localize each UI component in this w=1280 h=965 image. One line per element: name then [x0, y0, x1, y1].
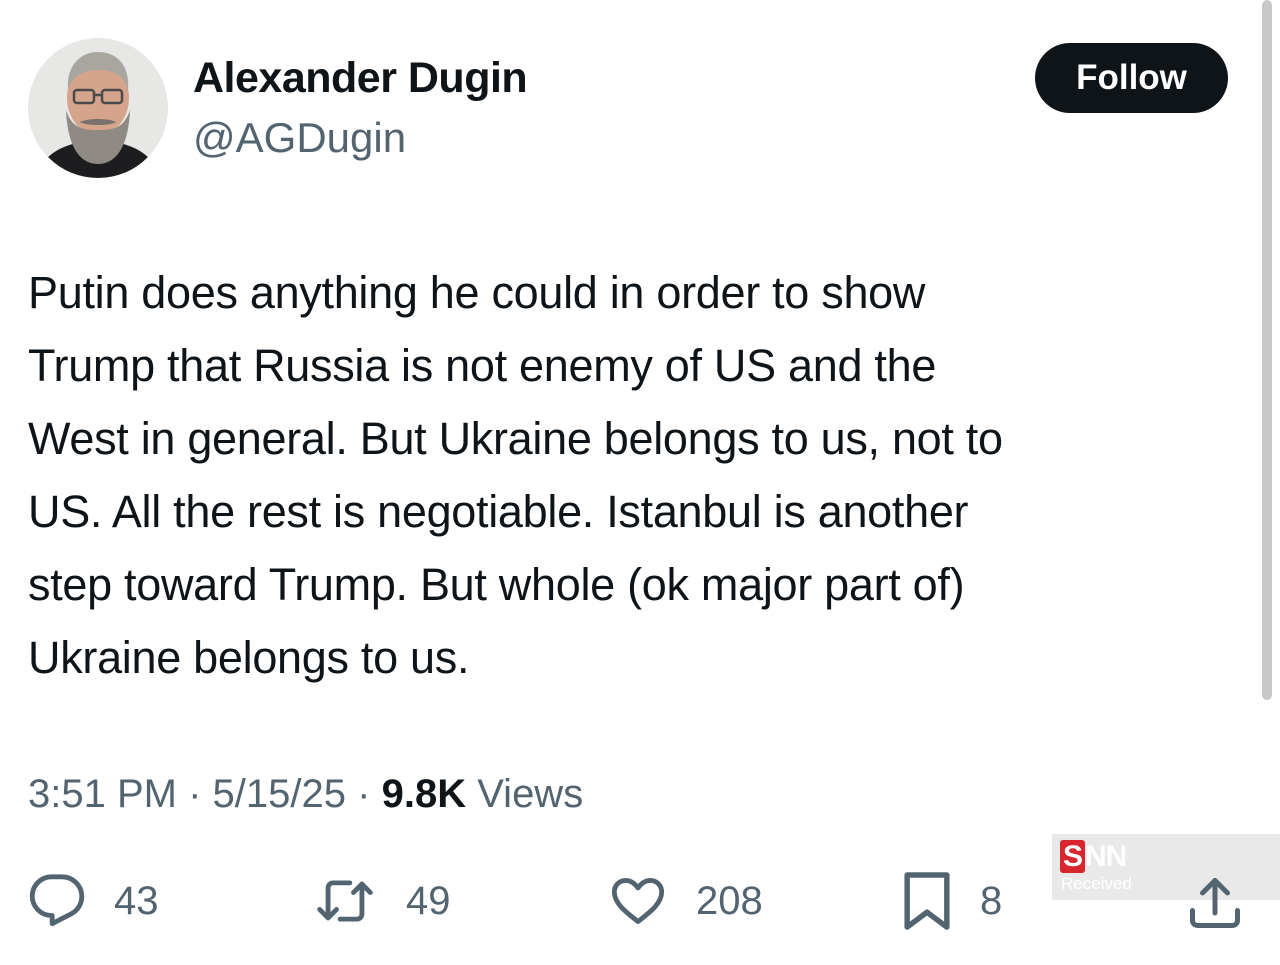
repost-button[interactable]: 49: [312, 868, 451, 934]
meta-separator: ·: [188, 772, 202, 816]
share-button[interactable]: [1185, 870, 1245, 936]
reply-button[interactable]: 43: [28, 868, 159, 934]
snn-watermark: S NN Received: [1052, 834, 1280, 900]
bookmark-button[interactable]: 8: [902, 868, 1002, 934]
author-display-name[interactable]: Alexander Dugin: [193, 54, 528, 103]
tweet-date[interactable]: 5/15/25: [213, 772, 346, 816]
tweet-time[interactable]: 3:51 PM: [28, 772, 177, 816]
bookmark-count: 8: [980, 878, 1003, 923]
watermark-logo-s: S: [1060, 840, 1086, 873]
views-label: Views: [477, 772, 584, 816]
tweet-meta: 3:51 PM · 5/15/25 · 9.8K Views: [28, 772, 583, 817]
reply-count: 43: [114, 878, 159, 923]
like-count: 208: [696, 878, 763, 923]
heart-icon: [611, 878, 665, 924]
avatar-portrait-icon: [28, 38, 168, 178]
repost-count: 49: [406, 878, 451, 923]
tweet-screen: Alexander Dugin @AGDugin Follow Putin do…: [0, 0, 1280, 965]
avatar[interactable]: [28, 38, 168, 178]
like-button[interactable]: 208: [608, 868, 763, 934]
follow-button[interactable]: Follow: [1035, 43, 1228, 113]
bookmark-icon: [904, 872, 950, 930]
meta-separator: ·: [357, 772, 371, 816]
watermark-logo: S NN: [1060, 840, 1127, 873]
views-count: 9.8K: [381, 772, 467, 816]
watermark-logo-nn: NN: [1085, 840, 1127, 873]
repost-arrows-icon: [317, 880, 373, 922]
tweet-text: Putin does anything he could in order to…: [28, 267, 1003, 683]
scrollbar[interactable]: [1262, 0, 1272, 700]
author-handle[interactable]: @AGDugin: [193, 114, 406, 162]
speech-bubble-icon: [29, 874, 85, 927]
watermark-caption: Received: [1061, 874, 1132, 893]
share-upload-icon: [1190, 878, 1240, 928]
